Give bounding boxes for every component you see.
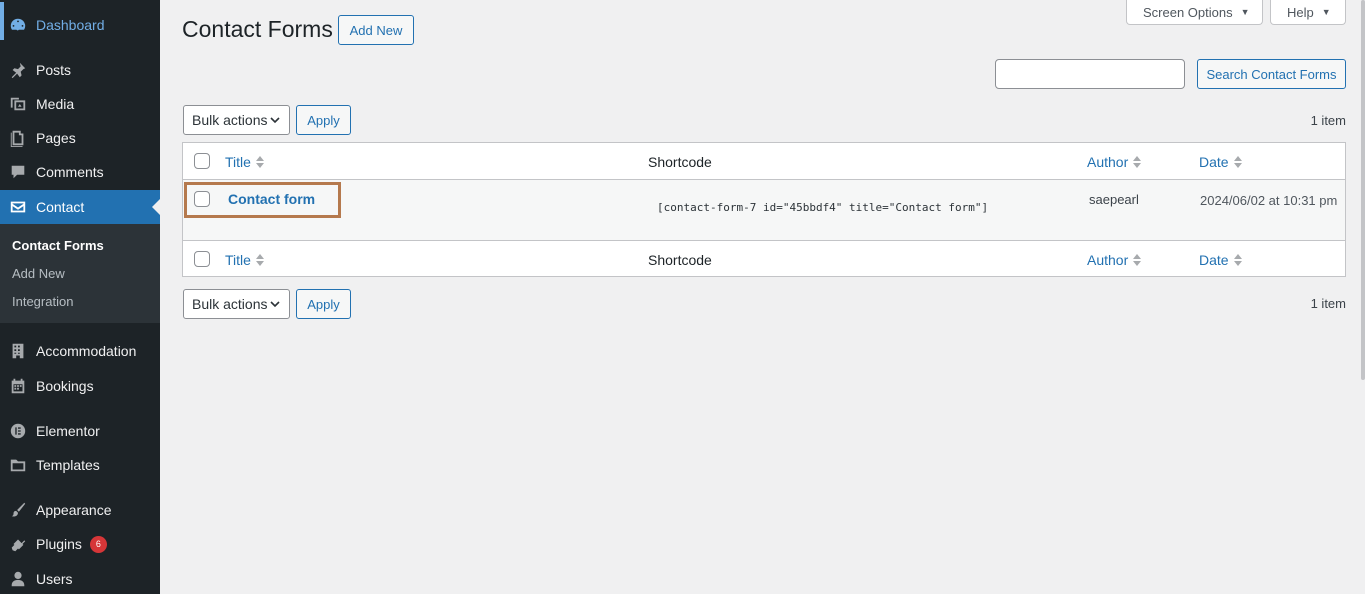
column-author-sort-footer[interactable]: Author — [1087, 252, 1142, 268]
sidebar-item-users[interactable]: Users — [0, 562, 160, 594]
sort-icon — [1233, 156, 1242, 168]
sidebar-item-label: Users — [36, 571, 73, 587]
plug-icon — [0, 535, 36, 553]
sidebar-item-contact[interactable]: Contact — [0, 190, 160, 224]
help-button[interactable]: Help ▼ — [1270, 0, 1346, 25]
calendar-icon — [0, 377, 36, 395]
sidebar-item-comments[interactable]: Comments — [0, 155, 160, 189]
sort-icon — [1133, 254, 1142, 266]
screen-options-label: Screen Options — [1143, 4, 1233, 20]
sidebar-item-pages[interactable]: Pages — [0, 121, 160, 155]
sidebar-item-label: Posts — [36, 62, 72, 78]
sidebar-item-label: Plugins — [36, 536, 82, 552]
column-title-label: Title — [225, 154, 251, 170]
sidebar-item-appearance[interactable]: Appearance — [0, 493, 160, 527]
sidebar-item-label: Accommodation — [36, 343, 137, 359]
brush-icon — [0, 501, 36, 519]
pin-icon — [0, 61, 36, 79]
row-checkbox[interactable] — [194, 191, 210, 207]
sidebar-item-label: Dashboard — [36, 17, 105, 33]
comment-icon — [0, 163, 36, 181]
sidebar-item-label: Contact — [36, 199, 85, 215]
column-title-label: Title — [225, 252, 251, 268]
sidebar-item-label: Pages — [36, 130, 76, 146]
item-count-bottom: 1 item — [1310, 296, 1346, 311]
sidebar-item-dashboard[interactable]: Dashboard — [0, 8, 160, 42]
select-all-checkbox[interactable] — [194, 153, 210, 169]
page-scrollbar[interactable] — [1361, 0, 1365, 380]
sidebar-item-label: Templates — [36, 457, 100, 473]
bulk-actions-value: Bulk actions — [192, 296, 268, 312]
column-date-label: Date — [1199, 154, 1229, 170]
table-footer-row: Title Shortcode Author Date — [183, 240, 1345, 277]
table-header-row: Title Shortcode Author Date — [183, 143, 1345, 180]
row-date: 2024/06/02 at 10:31 pm — [1200, 193, 1338, 208]
row-title-link[interactable]: Contact form — [228, 191, 315, 207]
building-icon — [0, 342, 36, 360]
caret-down-icon: ▼ — [1240, 7, 1250, 17]
row-shortcode: [contact-form-7 id="45bbdf4" title="Cont… — [657, 201, 989, 214]
column-shortcode-label: Shortcode — [648, 252, 712, 268]
sidebar-item-elementor[interactable]: Elementor — [0, 414, 160, 448]
apply-button[interactable]: Apply — [296, 105, 351, 135]
sidebar-item-media[interactable]: Media — [0, 87, 160, 121]
search-contact-forms-button[interactable]: Search Contact Forms — [1197, 59, 1346, 89]
envelope-icon — [0, 198, 36, 216]
column-title-sort[interactable]: Title — [225, 154, 264, 170]
bulk-actions-value: Bulk actions — [192, 112, 268, 128]
sidebar-item-bookings[interactable]: Bookings — [0, 369, 160, 403]
contact-submenu: Contact Forms Add New Integration — [0, 224, 160, 323]
sidebar-item-label: Appearance — [36, 502, 112, 518]
sidebar-item-templates[interactable]: Templates — [0, 448, 160, 482]
chevron-down-icon — [270, 117, 280, 124]
table-row: Contact form [contact-form-7 id="45bbdf4… — [183, 180, 1345, 240]
sidebar-item-plugins[interactable]: Plugins 6 — [0, 527, 160, 561]
folder-icon — [0, 456, 36, 474]
sidebar-item-posts[interactable]: Posts — [0, 53, 160, 87]
caret-down-icon: ▼ — [1321, 7, 1331, 17]
user-icon — [0, 570, 36, 588]
add-new-button[interactable]: Add New — [338, 15, 414, 45]
search-input[interactable] — [995, 59, 1185, 89]
sidebar-item-label: Media — [36, 96, 75, 112]
plugins-update-badge: 6 — [89, 535, 107, 553]
sidebar-item-label: Elementor — [36, 423, 100, 439]
sort-icon — [255, 156, 264, 168]
sidebar-item-accommodation[interactable]: Accommodation — [0, 334, 160, 368]
column-shortcode-label: Shortcode — [648, 154, 712, 170]
screen-options-button[interactable]: Screen Options ▼ — [1126, 0, 1263, 25]
sort-icon — [255, 254, 264, 266]
column-date-label: Date — [1199, 252, 1229, 268]
apply-button-bottom[interactable]: Apply — [296, 289, 351, 319]
sort-icon — [1133, 156, 1142, 168]
submenu-item-integration[interactable]: Integration — [12, 294, 73, 309]
contact-forms-table: Title Shortcode Author Date Contact form… — [182, 142, 1346, 277]
select-all-checkbox-footer[interactable] — [194, 251, 210, 267]
elementor-icon — [0, 422, 36, 440]
item-count: 1 item — [1310, 113, 1346, 128]
column-date-sort[interactable]: Date — [1199, 154, 1242, 170]
chevron-down-icon — [270, 301, 280, 308]
pages-icon — [0, 129, 36, 147]
help-label: Help — [1287, 4, 1314, 20]
column-author-label: Author — [1087, 252, 1129, 268]
row-author: saepearl — [1089, 192, 1139, 207]
sort-icon — [1233, 254, 1242, 266]
admin-sidebar: Dashboard Posts Media Pages Comments Con… — [0, 0, 160, 594]
bulk-actions-select[interactable]: Bulk actions — [183, 105, 290, 135]
submenu-item-add-new[interactable]: Add New — [12, 266, 65, 281]
page-title: Contact Forms — [182, 16, 333, 42]
column-author-sort[interactable]: Author — [1087, 154, 1142, 170]
column-date-sort-footer[interactable]: Date — [1199, 252, 1242, 268]
media-icon — [0, 95, 36, 113]
submenu-item-contact-forms[interactable]: Contact Forms — [12, 238, 104, 253]
sidebar-item-label: Bookings — [36, 378, 94, 394]
column-author-label: Author — [1087, 154, 1129, 170]
bulk-actions-select-bottom[interactable]: Bulk actions — [183, 289, 290, 319]
sidebar-item-label: Comments — [36, 164, 104, 180]
dashboard-icon — [0, 16, 36, 34]
column-title-sort-footer[interactable]: Title — [225, 252, 264, 268]
